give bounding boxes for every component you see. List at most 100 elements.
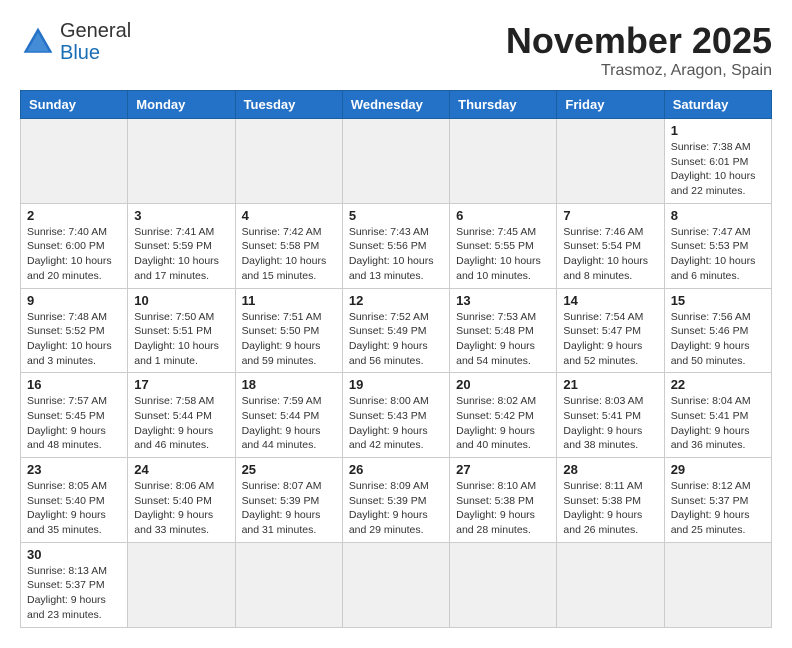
calendar-cell	[557, 542, 664, 627]
day-number: 18	[242, 377, 336, 392]
calendar-cell: 15 Sunrise: 7:56 AM Sunset: 5:46 PM Dayli…	[664, 288, 771, 373]
calendar-cell	[235, 542, 342, 627]
day-info: Sunrise: 8:05 AM Sunset: 5:40 PM Dayligh…	[27, 479, 121, 538]
day-number: 4	[242, 208, 336, 223]
calendar-cell	[557, 119, 664, 204]
weekday-header-thursday: Thursday	[450, 91, 557, 119]
calendar-cell: 8Sunrise: 7:47 AM Sunset: 5:53 PM Daylig…	[664, 203, 771, 288]
calendar-cell: 10 Sunrise: 7:50 AM Sunset: 5:51 PM Dayli…	[128, 288, 235, 373]
day-info: Sunrise: 7:56 AM Sunset: 5:46 PM Dayligh…	[671, 310, 765, 369]
calendar-cell	[342, 119, 449, 204]
calendar-week-row: 30 Sunrise: 8:13 AM Sunset: 5:37 PM Dayli…	[21, 542, 772, 627]
calendar-body: 1Sunrise: 7:38 AM Sunset: 6:01 PM Daylig…	[21, 119, 772, 628]
day-info: Sunrise: 8:09 AM Sunset: 5:39 PM Dayligh…	[349, 479, 443, 538]
weekday-header-wednesday: Wednesday	[342, 91, 449, 119]
day-number: 7	[563, 208, 657, 223]
day-number: 11	[242, 293, 336, 308]
logo-icon	[20, 24, 56, 60]
day-info: Sunrise: 7:53 AM Sunset: 5:48 PM Dayligh…	[456, 310, 550, 369]
calendar-cell: 2 Sunrise: 7:40 AM Sunset: 6:00 PM Daylig…	[21, 203, 128, 288]
day-number: 3	[134, 208, 228, 223]
calendar-week-row: 16 Sunrise: 7:57 AM Sunset: 5:45 PM Dayli…	[21, 373, 772, 458]
calendar-week-row: 1Sunrise: 7:38 AM Sunset: 6:01 PM Daylig…	[21, 119, 772, 204]
calendar-cell	[450, 119, 557, 204]
weekday-header-sunday: Sunday	[21, 91, 128, 119]
day-number: 12	[349, 293, 443, 308]
calendar-cell: 6Sunrise: 7:45 AM Sunset: 5:55 PM Daylig…	[450, 203, 557, 288]
calendar-cell	[342, 542, 449, 627]
calendar-cell: 25Sunrise: 8:07 AM Sunset: 5:39 PM Dayli…	[235, 458, 342, 543]
day-number: 28	[563, 462, 657, 477]
title-block: November 2025 Trasmoz, Aragon, Spain	[506, 20, 772, 80]
day-number: 30	[27, 547, 121, 562]
day-info: Sunrise: 7:43 AM Sunset: 5:56 PM Dayligh…	[349, 225, 443, 284]
day-number: 21	[563, 377, 657, 392]
day-number: 9	[27, 293, 121, 308]
calendar-cell: 16 Sunrise: 7:57 AM Sunset: 5:45 PM Dayli…	[21, 373, 128, 458]
calendar-cell: 19Sunrise: 8:00 AM Sunset: 5:43 PM Dayli…	[342, 373, 449, 458]
day-info: Sunrise: 7:46 AM Sunset: 5:54 PM Dayligh…	[563, 225, 657, 284]
day-info: Sunrise: 7:51 AM Sunset: 5:50 PM Dayligh…	[242, 310, 336, 369]
day-info: Sunrise: 8:06 AM Sunset: 5:40 PM Dayligh…	[134, 479, 228, 538]
month-title: November 2025	[506, 20, 772, 62]
calendar-week-row: 23 Sunrise: 8:05 AM Sunset: 5:40 PM Dayli…	[21, 458, 772, 543]
calendar-cell: 24 Sunrise: 8:06 AM Sunset: 5:40 PM Dayli…	[128, 458, 235, 543]
weekday-header-saturday: Saturday	[664, 91, 771, 119]
day-number: 1	[671, 123, 765, 138]
calendar-cell	[21, 119, 128, 204]
calendar-cell	[128, 119, 235, 204]
day-info: Sunrise: 7:52 AM Sunset: 5:49 PM Dayligh…	[349, 310, 443, 369]
day-number: 27	[456, 462, 550, 477]
calendar-cell	[664, 542, 771, 627]
calendar-cell: 21Sunrise: 8:03 AM Sunset: 5:41 PM Dayli…	[557, 373, 664, 458]
day-info: Sunrise: 7:50 AM Sunset: 5:51 PM Dayligh…	[134, 310, 228, 369]
calendar-cell	[235, 119, 342, 204]
day-number: 2	[27, 208, 121, 223]
day-info: Sunrise: 8:07 AM Sunset: 5:39 PM Dayligh…	[242, 479, 336, 538]
day-info: Sunrise: 7:54 AM Sunset: 5:47 PM Dayligh…	[563, 310, 657, 369]
day-number: 26	[349, 462, 443, 477]
day-info: Sunrise: 7:57 AM Sunset: 5:45 PM Dayligh…	[27, 394, 121, 453]
calendar-week-row: 9Sunrise: 7:48 AM Sunset: 5:52 PM Daylig…	[21, 288, 772, 373]
location: Trasmoz, Aragon, Spain	[506, 62, 772, 80]
day-info: Sunrise: 8:13 AM Sunset: 5:37 PM Dayligh…	[27, 564, 121, 623]
day-number: 17	[134, 377, 228, 392]
calendar-cell: 11 Sunrise: 7:51 AM Sunset: 5:50 PM Dayli…	[235, 288, 342, 373]
day-number: 5	[349, 208, 443, 223]
day-info: Sunrise: 7:42 AM Sunset: 5:58 PM Dayligh…	[242, 225, 336, 284]
day-number: 14	[563, 293, 657, 308]
day-number: 8	[671, 208, 765, 223]
day-number: 15	[671, 293, 765, 308]
day-info: Sunrise: 8:04 AM Sunset: 5:41 PM Dayligh…	[671, 394, 765, 453]
day-number: 29	[671, 462, 765, 477]
day-info: Sunrise: 7:41 AM Sunset: 5:59 PM Dayligh…	[134, 225, 228, 284]
calendar-cell: 22 Sunrise: 8:04 AM Sunset: 5:41 PM Dayli…	[664, 373, 771, 458]
day-number: 19	[349, 377, 443, 392]
day-info: Sunrise: 8:11 AM Sunset: 5:38 PM Dayligh…	[563, 479, 657, 538]
calendar-cell: 29 Sunrise: 8:12 AM Sunset: 5:37 PM Dayli…	[664, 458, 771, 543]
logo: GeneralBlue	[20, 20, 131, 64]
weekday-header-friday: Friday	[557, 91, 664, 119]
calendar-table: SundayMondayTuesdayWednesdayThursdayFrid…	[20, 90, 772, 628]
day-number: 22	[671, 377, 765, 392]
day-number: 23	[27, 462, 121, 477]
day-number: 10	[134, 293, 228, 308]
calendar-cell: 27Sunrise: 8:10 AM Sunset: 5:38 PM Dayli…	[450, 458, 557, 543]
day-number: 24	[134, 462, 228, 477]
day-number: 6	[456, 208, 550, 223]
weekday-header-monday: Monday	[128, 91, 235, 119]
calendar-header: SundayMondayTuesdayWednesdayThursdayFrid…	[21, 91, 772, 119]
calendar-cell: 28 Sunrise: 8:11 AM Sunset: 5:38 PM Dayli…	[557, 458, 664, 543]
day-number: 16	[27, 377, 121, 392]
calendar-cell: 18Sunrise: 7:59 AM Sunset: 5:44 PM Dayli…	[235, 373, 342, 458]
calendar-cell: 30 Sunrise: 8:13 AM Sunset: 5:37 PM Dayli…	[21, 542, 128, 627]
page-header: GeneralBlue November 2025 Trasmoz, Arago…	[20, 20, 772, 80]
calendar-cell: 14 Sunrise: 7:54 AM Sunset: 5:47 PM Dayli…	[557, 288, 664, 373]
day-info: Sunrise: 7:40 AM Sunset: 6:00 PM Dayligh…	[27, 225, 121, 284]
calendar-cell	[128, 542, 235, 627]
calendar-cell: 13Sunrise: 7:53 AM Sunset: 5:48 PM Dayli…	[450, 288, 557, 373]
weekday-header-tuesday: Tuesday	[235, 91, 342, 119]
day-info: Sunrise: 8:02 AM Sunset: 5:42 PM Dayligh…	[456, 394, 550, 453]
calendar-week-row: 2 Sunrise: 7:40 AM Sunset: 6:00 PM Daylig…	[21, 203, 772, 288]
day-info: Sunrise: 8:12 AM Sunset: 5:37 PM Dayligh…	[671, 479, 765, 538]
